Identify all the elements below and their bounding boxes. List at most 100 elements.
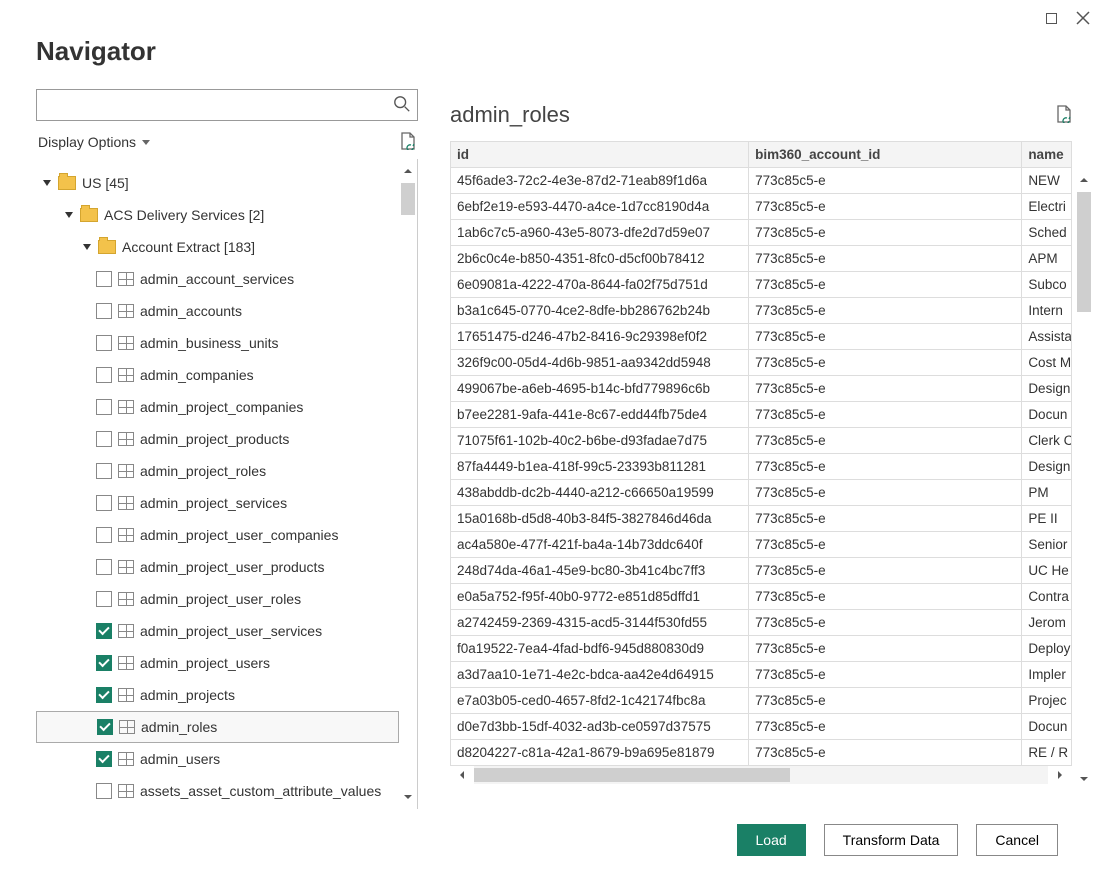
tree-item-admin_business_units[interactable]: admin_business_units <box>36 327 399 359</box>
table-row[interactable]: 17651475-d246-47b2-8416-9c29398ef0f2773c… <box>451 324 1072 350</box>
tree-item-admin_companies[interactable]: admin_companies <box>36 359 399 391</box>
table-cell: Design <box>1022 454 1072 480</box>
scroll-right-icon[interactable] <box>1048 766 1072 784</box>
tree-item-admin_accounts[interactable]: admin_accounts <box>36 295 399 327</box>
tree-item-admin_account_services[interactable]: admin_account_services <box>36 263 399 295</box>
scrollbar-thumb[interactable] <box>1077 192 1091 312</box>
checkbox[interactable] <box>96 559 112 575</box>
tree-item-admin_project_roles[interactable]: admin_project_roles <box>36 455 399 487</box>
tree-item-label: admin_project_roles <box>140 463 266 479</box>
tree-item-admin_project_services[interactable]: admin_project_services <box>36 487 399 519</box>
checkbox[interactable] <box>96 655 112 671</box>
table-cell: 773c85c5-e <box>749 532 1022 558</box>
tree-item-admin_project_user_companies[interactable]: admin_project_user_companies <box>36 519 399 551</box>
table-row[interactable]: b7ee2281-9afa-441e-8c67-edd44fb75de4773c… <box>451 402 1072 428</box>
table-row[interactable]: d0e7d3bb-15df-4032-ad3b-ce0597d37575773c… <box>451 714 1072 740</box>
tree-scrollbar[interactable] <box>399 159 417 809</box>
tree-item-admin_project_users[interactable]: admin_project_users <box>36 647 399 679</box>
table-cell: Docun <box>1022 402 1072 428</box>
scroll-left-icon[interactable] <box>450 766 474 784</box>
preview-hscrollbar[interactable] <box>450 766 1072 784</box>
window-maximize-button[interactable] <box>1044 11 1058 25</box>
table-cell: 773c85c5-e <box>749 168 1022 194</box>
checkbox[interactable] <box>96 271 112 287</box>
table-row[interactable]: 2b6c0c4e-b850-4351-8fc0-d5cf00b78412773c… <box>451 246 1072 272</box>
scroll-down-icon[interactable] <box>399 785 417 809</box>
tree-item-admin_users[interactable]: admin_users <box>36 743 399 775</box>
checkbox[interactable] <box>96 335 112 351</box>
checkbox[interactable] <box>96 431 112 447</box>
tree-folder-us[interactable]: US [45] <box>36 167 399 199</box>
display-options-label: Display Options <box>38 134 136 150</box>
scroll-down-icon[interactable] <box>1075 767 1093 791</box>
table-row[interactable]: ac4a580e-477f-421f-ba4a-14b73ddc640f773c… <box>451 532 1072 558</box>
checkbox[interactable] <box>96 463 112 479</box>
table-row[interactable]: 71075f61-102b-40c2-b6be-d93fadae7d75773c… <box>451 428 1072 454</box>
table-row[interactable]: 45f6ade3-72c2-4e3e-87d2-71eab89f1d6a773c… <box>451 168 1072 194</box>
column-header[interactable]: bim360_account_id <box>749 142 1022 168</box>
table-row[interactable]: 6ebf2e19-e593-4470-a4ce-1d7cc8190d4a773c… <box>451 194 1072 220</box>
tree-item-admin_project_user_services[interactable]: admin_project_user_services <box>36 615 399 647</box>
table-cell: 773c85c5-e <box>749 272 1022 298</box>
table-cell: b3a1c645-0770-4ce2-8dfe-bb286762b24b <box>451 298 749 324</box>
checkbox[interactable] <box>96 751 112 767</box>
table-row[interactable]: f0a19522-7ea4-4fad-bdf6-945d880830d9773c… <box>451 636 1072 662</box>
cancel-button[interactable]: Cancel <box>976 824 1058 856</box>
table-row[interactable]: e7a03b05-ced0-4657-8fd2-1c42174fbc8a773c… <box>451 688 1072 714</box>
tree-item-admin_project_products[interactable]: admin_project_products <box>36 423 399 455</box>
table-row[interactable]: a2742459-2369-4315-acd5-3144f530fd55773c… <box>451 610 1072 636</box>
table-row[interactable]: 326f9c00-05d4-4d6b-9851-aa9342dd5948773c… <box>451 350 1072 376</box>
tree-item-admin_project_user_products[interactable]: admin_project_user_products <box>36 551 399 583</box>
table-row[interactable]: 15a0168b-d5d8-40b3-84f5-3827846d46da773c… <box>451 506 1072 532</box>
table-row[interactable]: b3a1c645-0770-4ce2-8dfe-bb286762b24b773c… <box>451 298 1072 324</box>
tree-item-admin_project_user_roles[interactable]: admin_project_user_roles <box>36 583 399 615</box>
table-row[interactable]: 438abddb-dc2b-4440-a212-c66650a19599773c… <box>451 480 1072 506</box>
table-row[interactable]: 6e09081a-4222-470a-8644-fa02f75d751d773c… <box>451 272 1072 298</box>
table-icon <box>118 496 134 510</box>
checkbox[interactable] <box>97 719 113 735</box>
table-cell: 773c85c5-e <box>749 662 1022 688</box>
tree-item-label: admin_project_user_roles <box>140 591 301 607</box>
table-row[interactable]: 248d74da-46a1-45e9-bc80-3b41c4bc7ff3773c… <box>451 558 1072 584</box>
table-row[interactable]: d8204227-c81a-42a1-8679-b9a695e81879773c… <box>451 740 1072 766</box>
checkbox[interactable] <box>96 399 112 415</box>
tree-item-admin_project_companies[interactable]: admin_project_companies <box>36 391 399 423</box>
display-options-dropdown[interactable]: Display Options <box>38 134 150 150</box>
scrollbar-thumb[interactable] <box>401 183 415 215</box>
checkbox[interactable] <box>96 527 112 543</box>
new-query-icon[interactable] <box>400 132 416 153</box>
checkbox[interactable] <box>96 591 112 607</box>
window-close-button[interactable] <box>1076 11 1090 25</box>
checkbox[interactable] <box>96 623 112 639</box>
checkbox[interactable] <box>96 783 112 799</box>
table-row[interactable]: 87fa4449-b1ea-418f-99c5-23393b811281773c… <box>451 454 1072 480</box>
tree-item-admin_projects[interactable]: admin_projects <box>36 679 399 711</box>
checkbox[interactable] <box>96 367 112 383</box>
table-row[interactable]: 1ab6c7c5-a960-43e5-8073-dfe2d7d59e07773c… <box>451 220 1072 246</box>
search-input[interactable] <box>43 96 393 114</box>
table-row[interactable]: e0a5a752-f95f-40b0-9772-e851d85dffd1773c… <box>451 584 1072 610</box>
load-button[interactable]: Load <box>737 824 806 856</box>
table-cell: 773c85c5-e <box>749 714 1022 740</box>
column-header[interactable]: id <box>451 142 749 168</box>
scrollbar-thumb[interactable] <box>474 768 790 782</box>
table-cell: 773c85c5-e <box>749 376 1022 402</box>
tree-item-label: admin_accounts <box>140 303 242 319</box>
checkbox[interactable] <box>96 687 112 703</box>
tree-item-admin_roles[interactable]: admin_roles <box>36 711 399 743</box>
preview-vscrollbar[interactable] <box>1075 168 1093 791</box>
tree-folder-account-extract[interactable]: Account Extract [183] <box>36 231 399 263</box>
checkbox[interactable] <box>96 303 112 319</box>
tree-folder-acs[interactable]: ACS Delivery Services [2] <box>36 199 399 231</box>
column-header[interactable]: name <box>1022 142 1072 168</box>
scroll-up-icon[interactable] <box>399 159 417 183</box>
table-row[interactable]: 499067be-a6eb-4695-b14c-bfd779896c6b773c… <box>451 376 1072 402</box>
table-cell: RE / R <box>1022 740 1072 766</box>
table-row[interactable]: a3d7aa10-1e71-4e2c-bdca-aa42e4d64915773c… <box>451 662 1072 688</box>
checkbox[interactable] <box>96 495 112 511</box>
tree-item-assets_asset_custom_attribute_values[interactable]: assets_asset_custom_attribute_values <box>36 775 399 807</box>
transform-data-button[interactable]: Transform Data <box>824 824 959 856</box>
search-box[interactable] <box>36 89 418 121</box>
scroll-up-icon[interactable] <box>1075 168 1093 192</box>
refresh-preview-icon[interactable] <box>1056 105 1072 126</box>
